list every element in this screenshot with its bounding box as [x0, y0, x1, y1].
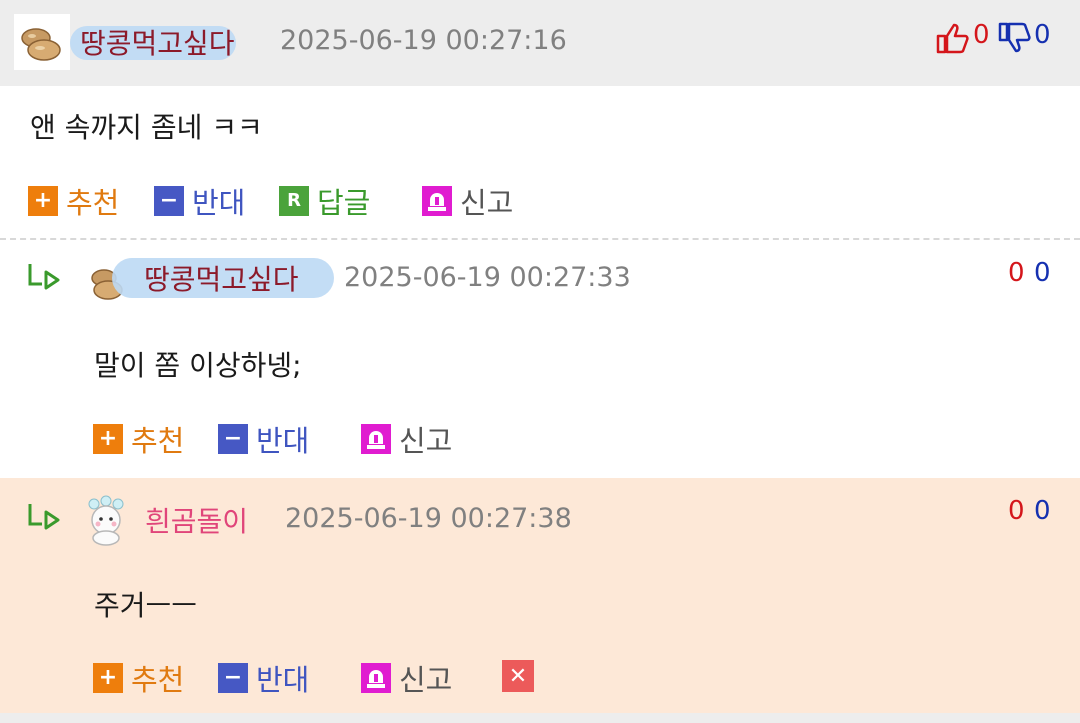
- reply-button[interactable]: R 답글: [279, 180, 370, 222]
- upvote-count[interactable]: 0: [1008, 258, 1025, 288]
- siren-icon: [361, 663, 391, 693]
- comment-text: 말이 쫌 이상하넹;: [94, 349, 302, 382]
- comment-text: 주거ㅡㅡ: [94, 589, 198, 622]
- downvote-count: 0: [1034, 20, 1051, 50]
- reply-r-icon: R: [279, 186, 309, 216]
- downvote-count[interactable]: 0: [1034, 496, 1051, 526]
- delete-icon[interactable]: ✕: [502, 660, 534, 692]
- thumbs-down-icon[interactable]: [998, 22, 1032, 54]
- bottom-divider: [0, 713, 1080, 723]
- timestamp: 2025-06-19 00:27:38: [285, 503, 572, 534]
- recommend-button[interactable]: + 추천: [93, 418, 184, 460]
- timestamp: 2025-06-19 00:27:33: [344, 262, 631, 293]
- thumbs-up-icon[interactable]: [936, 22, 970, 54]
- comment-text: 앤 속까지 좀네 ㅋㅋ: [30, 111, 263, 144]
- minus-icon: −: [218, 663, 248, 693]
- siren-icon: [361, 424, 391, 454]
- siren-icon: [422, 186, 452, 216]
- upvote-count[interactable]: 0: [1008, 496, 1025, 526]
- comment-divider: [0, 238, 1080, 240]
- avatar[interactable]: [14, 14, 70, 70]
- plus-icon: +: [28, 186, 58, 216]
- oppose-button[interactable]: − 반대: [218, 418, 309, 460]
- plus-icon: +: [93, 424, 123, 454]
- reply-arrow-icon: [28, 264, 60, 290]
- author-name[interactable]: 땅콩먹고싶다: [144, 258, 299, 298]
- downvote-count[interactable]: 0: [1034, 258, 1051, 288]
- upvote-count: 0: [973, 20, 990, 50]
- oppose-button[interactable]: − 반대: [218, 657, 309, 699]
- bear-avatar-icon[interactable]: [80, 494, 132, 546]
- recommend-button[interactable]: + 추천: [28, 180, 119, 222]
- author-name[interactable]: 흰곰돌이: [145, 500, 248, 540]
- minus-icon: −: [154, 186, 184, 216]
- timestamp: 2025-06-19 00:27:16: [280, 25, 567, 56]
- report-button[interactable]: 신고: [361, 418, 452, 460]
- recommend-button[interactable]: + 추천: [93, 657, 184, 699]
- report-button[interactable]: 신고: [361, 657, 452, 699]
- plus-icon: +: [93, 663, 123, 693]
- reply-arrow-icon: [28, 504, 60, 530]
- minus-icon: −: [218, 424, 248, 454]
- oppose-button[interactable]: − 반대: [154, 180, 245, 222]
- report-button[interactable]: 신고: [422, 180, 513, 222]
- peanut-avatar-icon: [21, 28, 61, 61]
- author-name[interactable]: 땅콩먹고싶다: [80, 22, 235, 62]
